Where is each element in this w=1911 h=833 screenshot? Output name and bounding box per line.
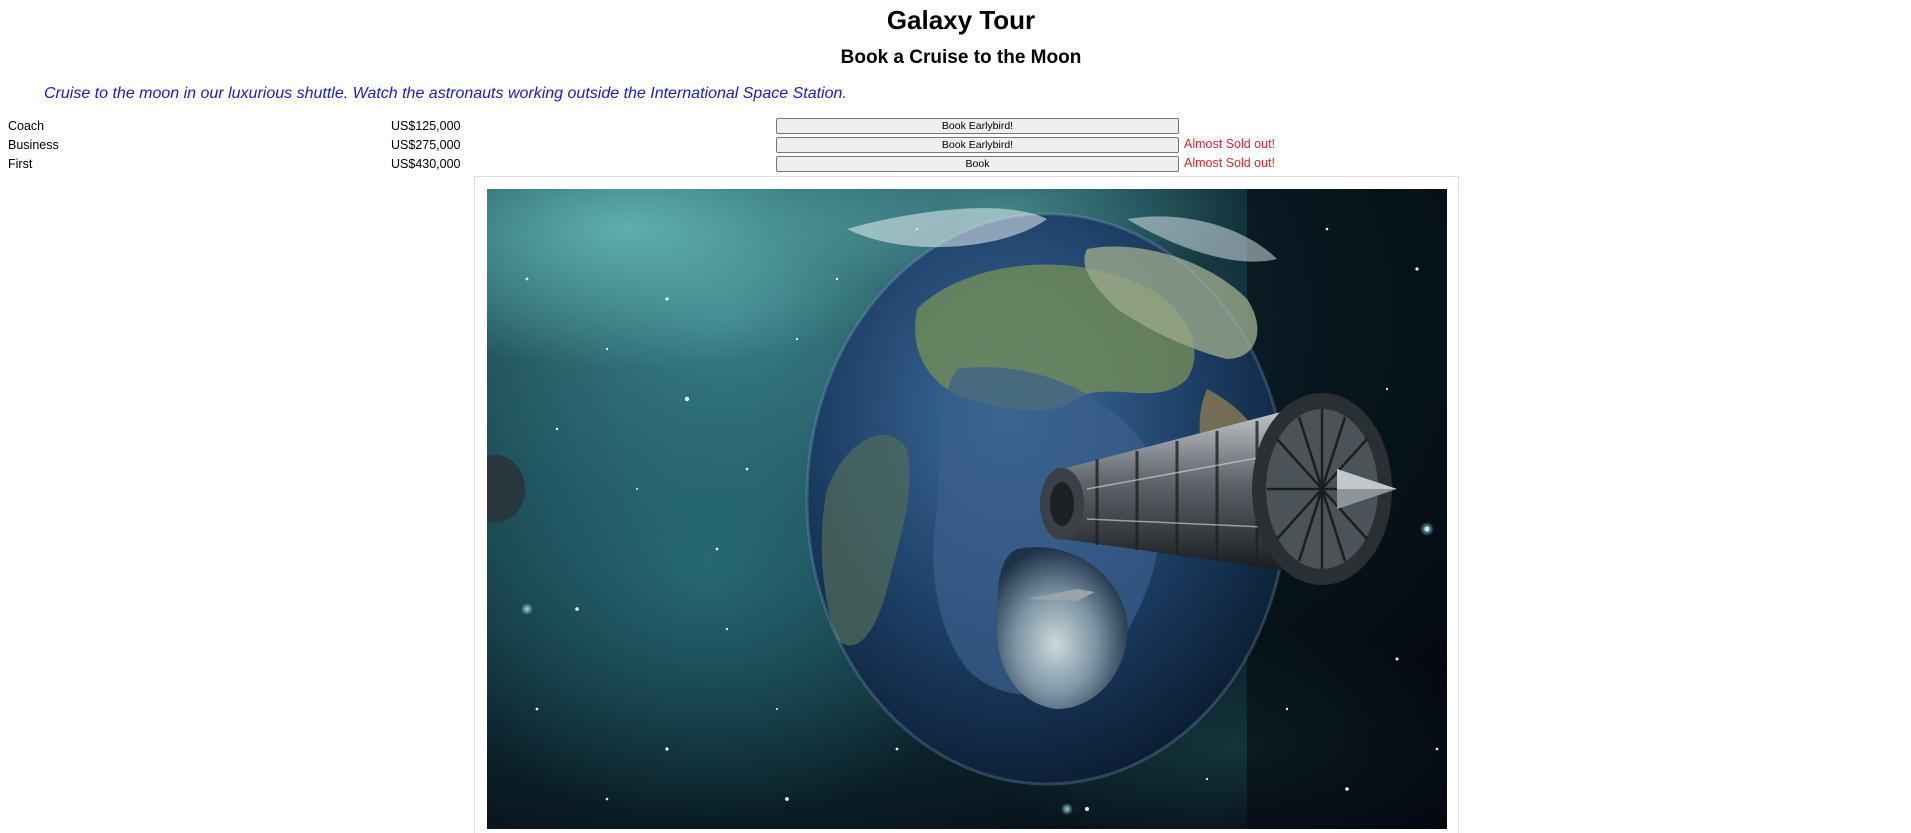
fare-price: US$430,000 (391, 157, 461, 171)
fare-class-label: First (8, 157, 33, 171)
fare-class-label: Coach (8, 119, 45, 133)
book-first-button[interactable]: Book (776, 156, 1179, 172)
page: Galaxy Tour Book a Cruise to the Moon Cr… (0, 0, 1911, 833)
image-frame (474, 176, 1459, 833)
fare-price: US$275,000 (391, 138, 461, 152)
fare-row-first: First US$430,000 Book Almost Sold out! (0, 155, 1400, 174)
fare-row-coach: Coach US$125,000 Book Earlybird! (0, 117, 1400, 136)
intro-text: Cruise to the moon in our luxurious shut… (44, 85, 847, 102)
availability-status: Almost Sold out! (1184, 156, 1276, 170)
book-earlybird-business-button[interactable]: Book Earlybird! (776, 137, 1179, 153)
space-illustration (487, 189, 1447, 829)
fare-class-label: Business (8, 138, 59, 152)
availability-status: Almost Sold out! (1184, 137, 1276, 151)
book-earlybird-coach-button[interactable]: Book Earlybird! (776, 118, 1179, 134)
fare-row-business: Business US$275,000 Book Earlybird! Almo… (0, 136, 1400, 155)
fare-price: US$125,000 (391, 119, 461, 133)
site-title: Galaxy Tour (886, 5, 1036, 35)
page-heading: Book a Cruise to the Moon (840, 47, 1082, 68)
